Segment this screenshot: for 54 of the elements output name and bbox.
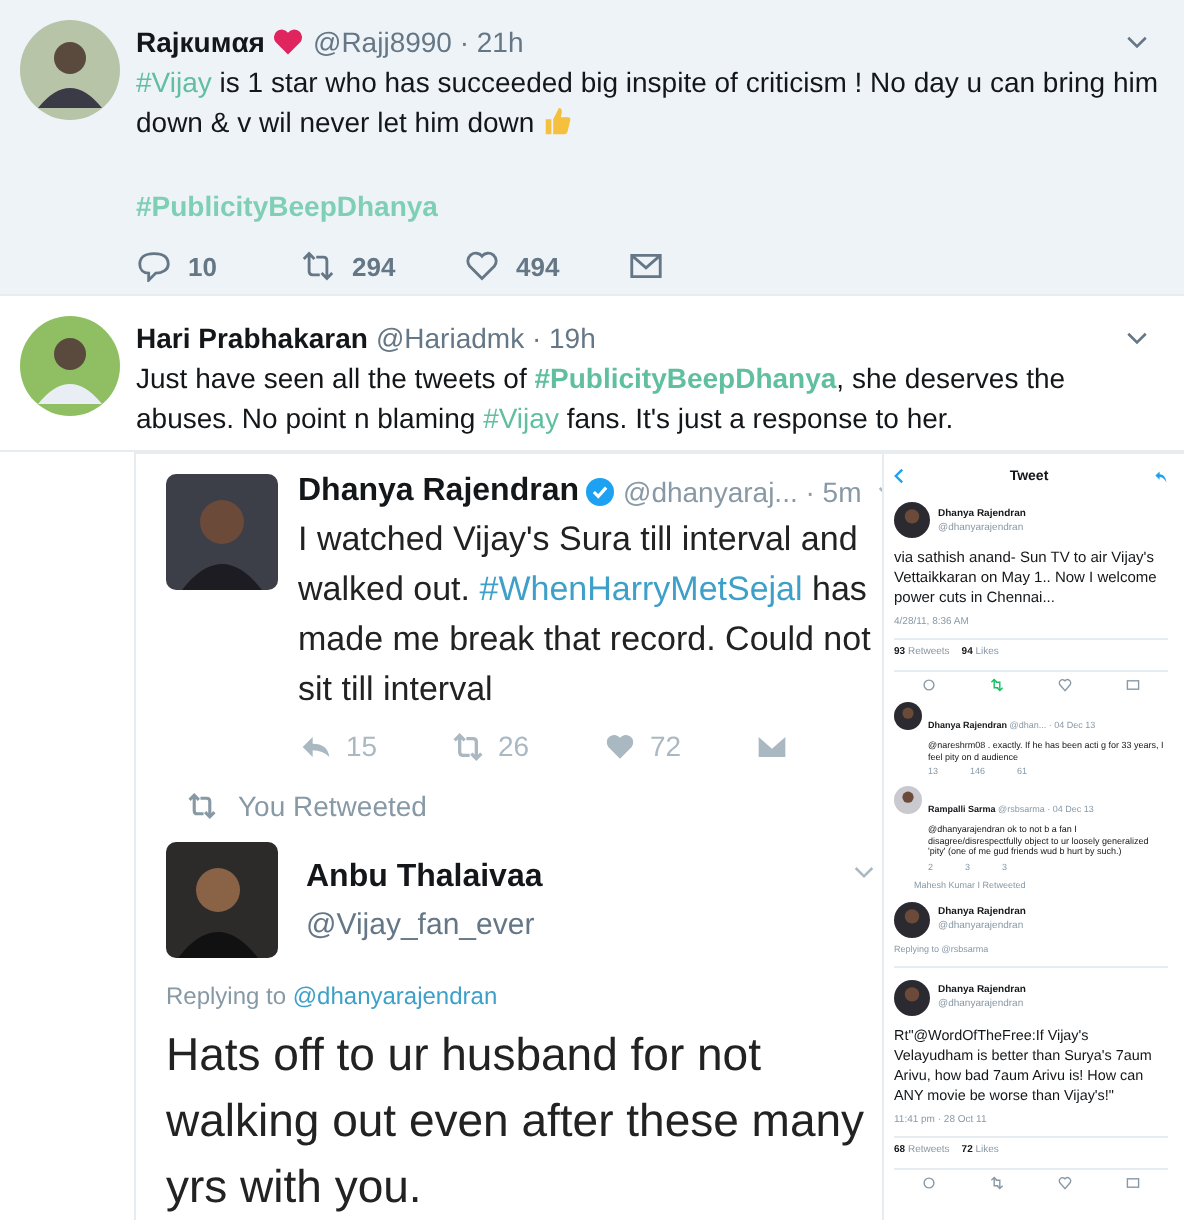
user-name[interactable]: Rajкuмαя (136, 26, 265, 58)
tweet-text: Just have seen all the tweets of #PublicityBeepDhanya, she deserves the abuses. No point n blaming #Vijay fans. It's just a response to her. (136, 360, 1068, 438)
action-count: 15 (346, 730, 378, 762)
thumbs-up-icon (542, 106, 573, 136)
user-handle: @Vijay_fan_ever (306, 907, 537, 941)
handle-time: @Rajj8990 · 21h (312, 26, 524, 58)
like-icon[interactable] (464, 250, 500, 282)
avatar[interactable] (20, 316, 120, 416)
hashtag-link[interactable]: #PublicityBeepDhanya (534, 362, 837, 394)
action-icon (989, 678, 1004, 692)
action-icon (1058, 1175, 1073, 1189)
retweet-label: You Retweeted (238, 790, 427, 822)
like-icon (602, 731, 638, 761)
chevron-icon (854, 866, 874, 880)
avatar (894, 702, 922, 730)
user-name: Anbu Thalaivaa (306, 859, 543, 895)
action-count: 10 (188, 251, 217, 281)
retweet-icon (450, 731, 486, 761)
avatar (894, 901, 930, 937)
message-icon[interactable] (628, 250, 664, 282)
action-icon (1126, 1175, 1141, 1189)
reply-icon (1153, 469, 1168, 483)
hashtag-link[interactable]: #Vijay (136, 66, 212, 98)
handle-time: @dhanyaraj... · 5m (622, 476, 862, 508)
handle-time: @Hariadmk · 19h (375, 322, 596, 354)
action-icon (921, 678, 936, 692)
chevron-icon[interactable] (1126, 331, 1148, 345)
retweet-icon (186, 792, 218, 820)
chevron-icon[interactable] (1126, 35, 1148, 49)
back-icon (894, 468, 904, 484)
avatar[interactable] (20, 20, 120, 120)
avatar (894, 979, 930, 1015)
action-count: 72 (650, 730, 682, 762)
reply-icon[interactable] (136, 250, 172, 282)
user-name: Dhanya Rajendran (298, 474, 579, 510)
action-count: 494 (516, 251, 560, 281)
action-icon (989, 1175, 1004, 1189)
tweet-text: Hats off to ur husband for not walking out even after these many yrs with you. (166, 1026, 867, 1216)
tweet-text: #Vijay is 1 star who has succeeded big inspite of criticism ! No day u can bring him down & v wil never let him down (136, 64, 1160, 142)
replying-to: Replying to @dhanyarajendran (166, 982, 500, 1010)
action-icon (1126, 678, 1141, 692)
avatar (166, 842, 278, 958)
hashtag-link[interactable]: #Vijay (483, 402, 559, 434)
avatar (894, 502, 930, 538)
action-count: 26 (498, 730, 530, 762)
action-count: 294 (352, 251, 396, 281)
avatar (166, 474, 278, 590)
retweet-icon[interactable] (300, 250, 336, 282)
reply-icon (298, 731, 334, 761)
hashtag-link[interactable]: #PublicityBeepDhanya (136, 190, 1164, 222)
action-icon (1058, 678, 1073, 692)
action-icon (921, 1175, 936, 1189)
avatar (894, 786, 922, 814)
user-name[interactable]: Hari Prabhakaran (136, 322, 368, 354)
